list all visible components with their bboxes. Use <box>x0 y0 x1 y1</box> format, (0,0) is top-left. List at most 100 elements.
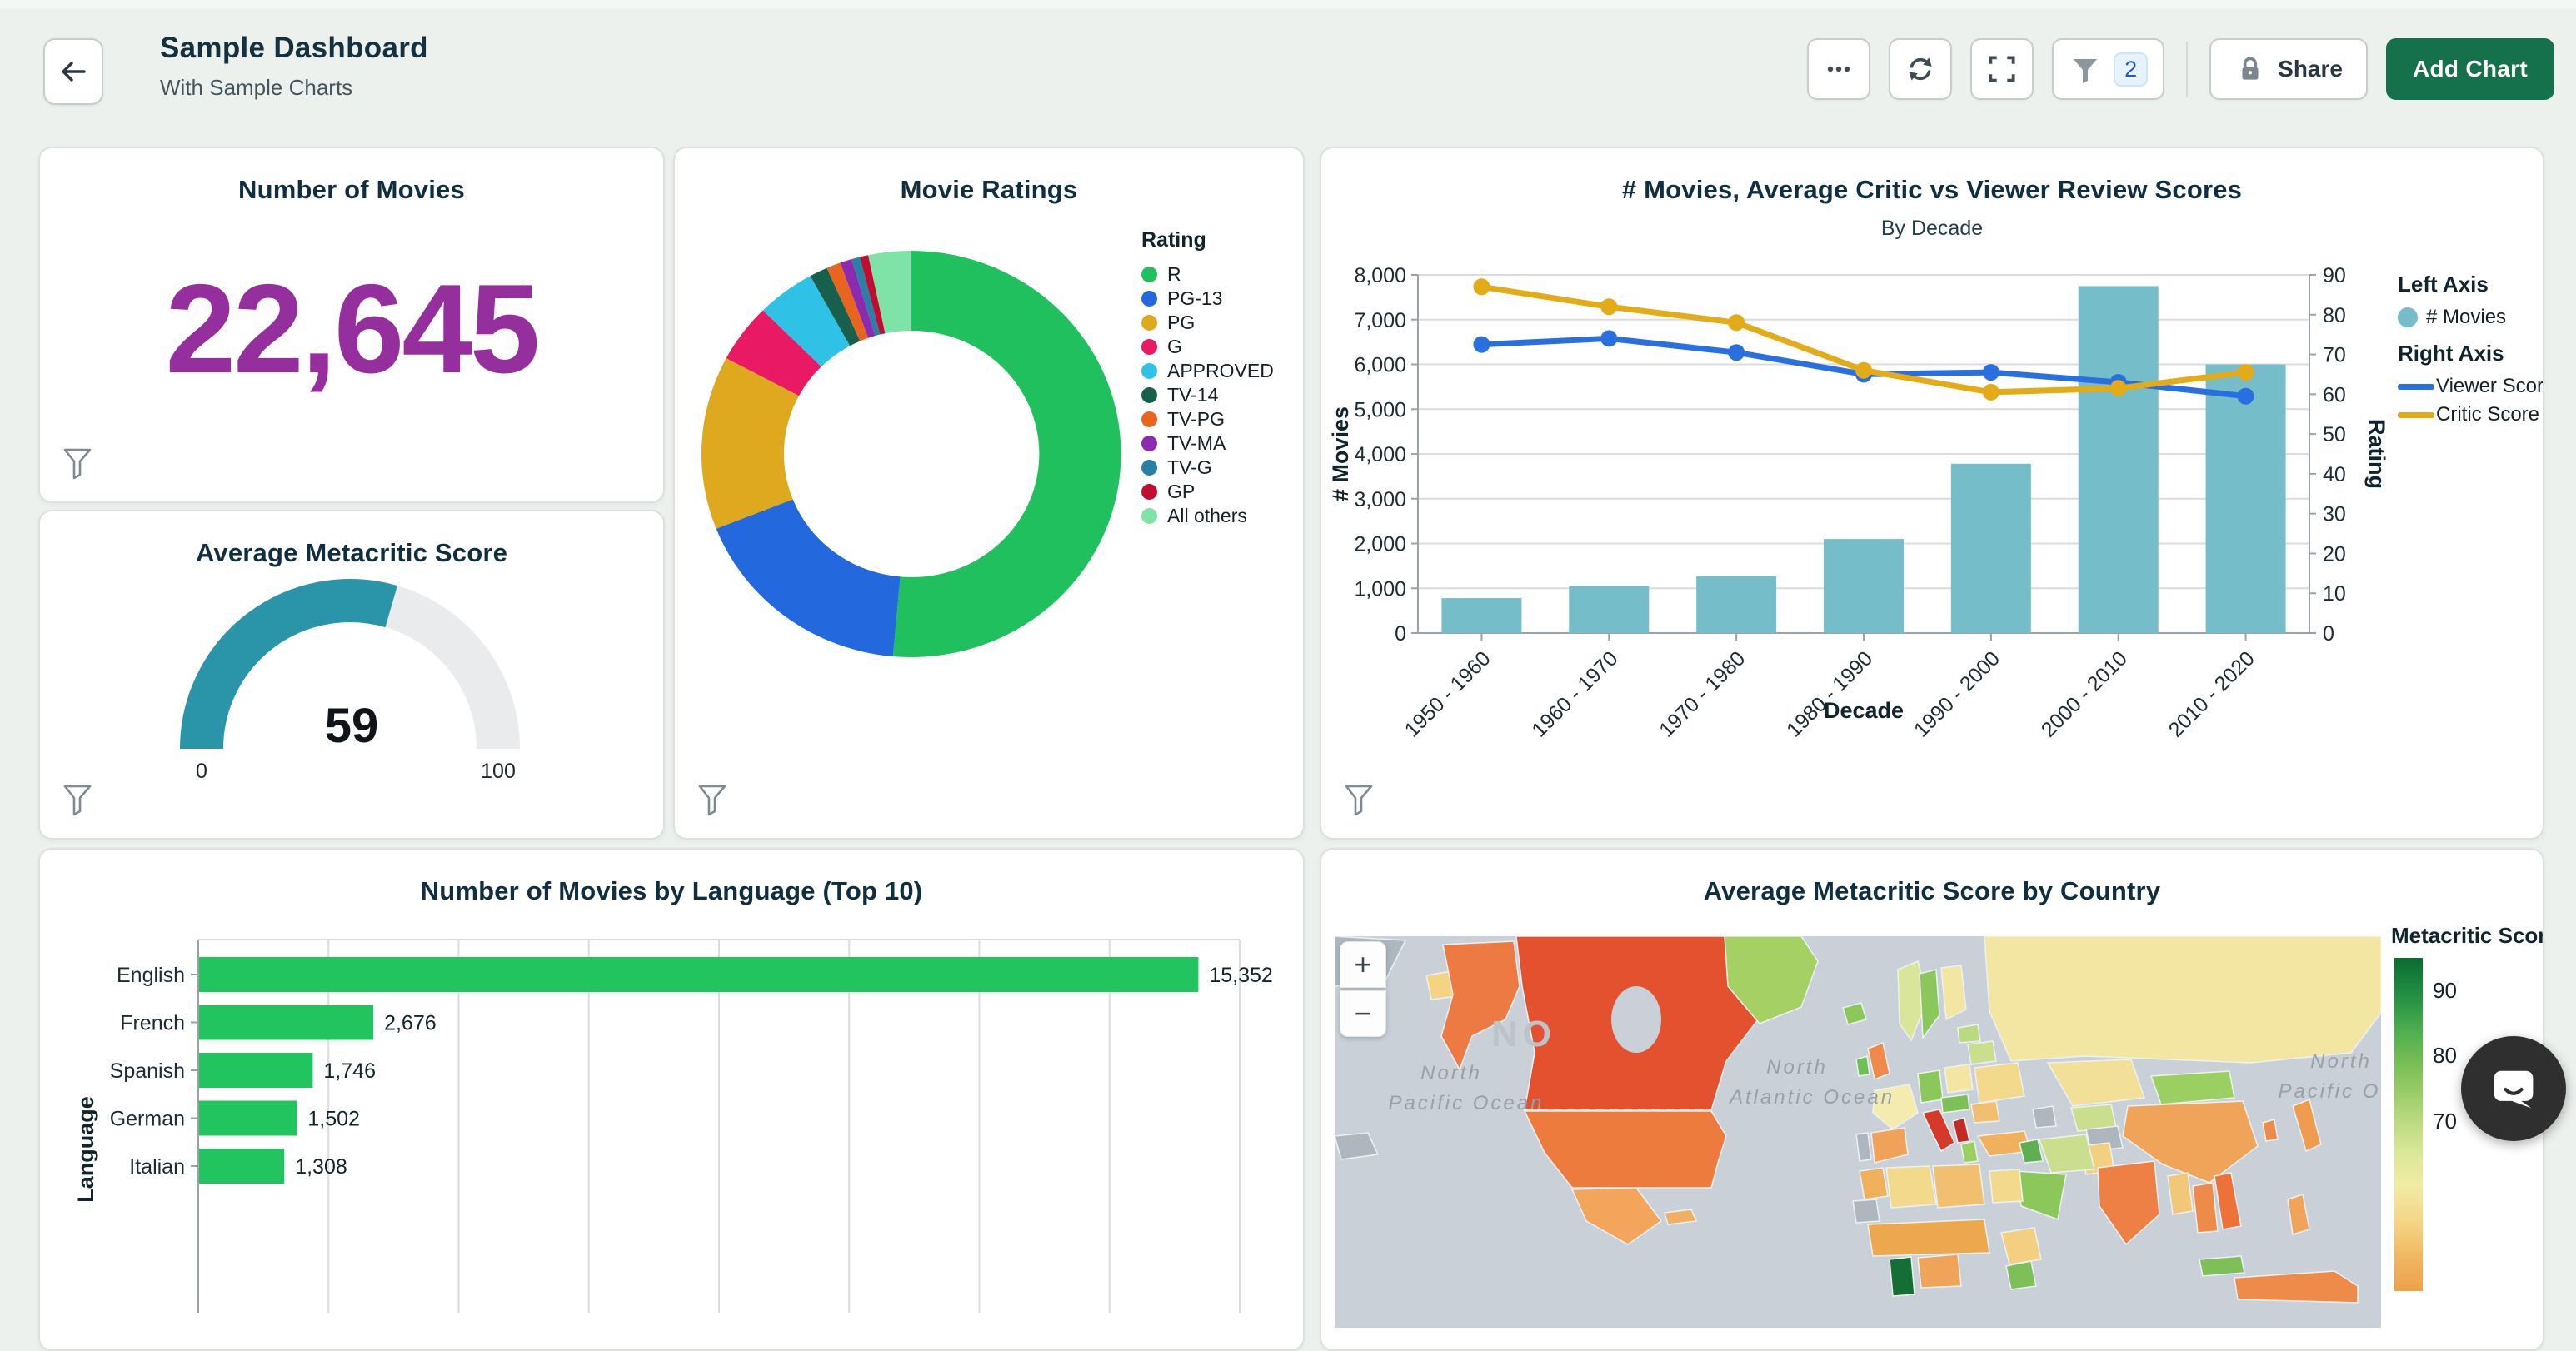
add-chart-button[interactable]: Add Chart <box>2385 38 2554 100</box>
svg-text:English: English <box>117 964 185 987</box>
svg-text:1,746: 1,746 <box>323 1059 376 1083</box>
legend-swatch <box>1141 483 1157 500</box>
card-filter-icon[interactable] <box>696 783 728 816</box>
legend-item[interactable]: APPROVED <box>1141 359 1300 382</box>
donut-legend: Rating R PG-13 PG G APPROVED TV-14 TV-PG TV-MA T… <box>1141 228 1300 528</box>
legend-item[interactable]: TV-MA <box>1141 431 1300 455</box>
legend-item[interactable]: GP <box>1141 480 1300 503</box>
svg-text:5,000: 5,000 <box>1354 398 1406 421</box>
legend-item[interactable]: PG <box>1141 311 1300 334</box>
more-options-button[interactable] <box>1807 38 1871 100</box>
map-zoom-in-button[interactable]: + <box>1340 941 1386 988</box>
legend-item[interactable]: TV-G <box>1141 456 1300 479</box>
legend-label: PG <box>1167 311 1196 333</box>
legend-swatch <box>1141 435 1157 451</box>
legend-item[interactable]: All others <box>1141 504 1300 527</box>
svg-text:Atlantic Ocean: Atlantic Ocean <box>1728 1086 1895 1109</box>
svg-text:4,000: 4,000 <box>1354 443 1406 466</box>
svg-text:8,000: 8,000 <box>1354 264 1406 287</box>
svg-text:2000 - 2010: 2000 - 2010 <box>2037 646 2132 741</box>
filter-button[interactable]: 2 <box>2052 38 2165 100</box>
map-scale-tick: 70 <box>2433 1109 2457 1134</box>
card-filter-icon[interactable] <box>62 783 93 816</box>
legend-left-axis-header: Left Axis <box>2398 272 2489 297</box>
svg-text:2010 - 2020: 2010 - 2020 <box>2164 646 2259 741</box>
svg-text:1970 - 1980: 1970 - 1980 <box>1655 646 1750 741</box>
lock-icon <box>2242 57 2259 80</box>
svg-text:1950 - 1960: 1950 - 1960 <box>1400 646 1495 741</box>
map-card-metacritic-by-country: Average Metacritic Score by Country NO No… <box>1320 848 2544 1351</box>
legend-item[interactable]: TV-PG <box>1141 407 1300 431</box>
share-button[interactable]: Share <box>2209 38 2368 100</box>
legend-label: TV-G <box>1167 456 1212 478</box>
world-map[interactable]: NO North Pacific Ocean North Atlantic Ocean N… <box>1335 936 2381 1328</box>
card-filter-icon[interactable] <box>62 446 93 480</box>
donut-card-movie-ratings: Movie Ratings Rating R PG-13 PG G APPROVED TV… <box>673 147 1305 840</box>
legend-swatch <box>1141 362 1157 379</box>
legend-label: APPROVED <box>1167 359 1274 381</box>
chat-launcher-button[interactable] <box>2461 1036 2566 1141</box>
legend-item-viewer-score[interactable]: Viewer Score <box>2398 375 2543 398</box>
svg-text:# Movies: # Movies <box>1328 406 1353 501</box>
combo-card-movies-critic-viewer-scores: # Movies, Average Critic vs Viewer Revie… <box>1320 147 2544 840</box>
header-toolbar: 2 Share Add Chart <box>1807 38 2554 100</box>
legend-item[interactable]: R <box>1141 262 1300 286</box>
svg-text:North: North <box>1766 1056 1828 1079</box>
svg-text:3,000: 3,000 <box>1354 488 1406 511</box>
svg-text:Pacific Ocean: Pacific Ocean <box>1388 1092 1544 1114</box>
back-button[interactable] <box>43 38 103 105</box>
svg-text:2,676: 2,676 <box>384 1012 437 1035</box>
svg-text:50: 50 <box>2323 423 2346 446</box>
map-scale-tick: 80 <box>2433 1043 2457 1068</box>
languages-bar-chart[interactable]: English 15,352 French 2,676 Spanish 1,746 Germ… <box>40 850 1300 1349</box>
fullscreen-button[interactable] <box>1970 38 2034 100</box>
back-arrow-icon <box>62 62 86 82</box>
svg-text:Spanish: Spanish <box>110 1059 185 1083</box>
svg-text:30: 30 <box>2323 503 2346 526</box>
svg-text:1,000: 1,000 <box>1354 577 1406 601</box>
legend-swatch <box>2398 411 2434 418</box>
svg-text:1960 - 1970: 1960 - 1970 <box>1527 646 1622 741</box>
svg-text:10: 10 <box>2323 582 2346 606</box>
toolbar-divider <box>2186 42 2189 97</box>
svg-text:90: 90 <box>2323 264 2346 287</box>
gauge-max-label: 100 <box>481 760 516 783</box>
gauge-chart[interactable] <box>40 511 663 838</box>
legend-right-axis-header: Right Axis <box>2398 341 2504 366</box>
chat-bubble-icon <box>2494 1070 2534 1109</box>
share-label: Share <box>2278 56 2343 82</box>
gauge-card-average-metacritic-score: Average Metacritic Score 59 0 100 <box>38 510 665 840</box>
gauge-value: 59 <box>324 699 379 753</box>
legend-label: G <box>1167 335 1182 357</box>
legend-swatch <box>1141 386 1157 403</box>
legend-item[interactable]: TV-14 <box>1141 383 1300 406</box>
svg-text:2,000: 2,000 <box>1354 533 1406 556</box>
svg-text:Rating: Rating <box>2364 419 2389 489</box>
legend-swatch <box>2398 383 2434 390</box>
svg-text:40: 40 <box>2323 463 2346 486</box>
svg-text:80: 80 <box>2323 304 2346 327</box>
legend-item-movies[interactable]: # Movies <box>2398 306 2541 329</box>
svg-text:15,352: 15,352 <box>1209 964 1272 987</box>
legend-label: TV-PG <box>1167 407 1226 430</box>
card-filter-icon[interactable] <box>1343 783 1375 816</box>
legend-item[interactable]: G <box>1141 335 1300 358</box>
svg-text:1980 - 1990: 1980 - 1990 <box>1782 646 1877 741</box>
svg-text:North: North <box>1420 1062 1482 1084</box>
legend-label: GP <box>1167 480 1196 502</box>
legend-label: TV-14 <box>1167 383 1219 406</box>
combo-legend: Left Axis # Movies Right Axis Viewer Sco… <box>2398 272 2543 431</box>
svg-text:German: German <box>110 1108 185 1131</box>
refresh-button[interactable] <box>1889 38 1953 100</box>
svg-text:Pacific Ocean: Pacific Ocean <box>2278 1080 2381 1103</box>
fullscreen-icon <box>1989 56 2015 82</box>
legend-label: # Movies <box>2426 306 2507 328</box>
combo-bar-line-chart[interactable]: 0 1,000 2,000 3,000 4,000 5,000 6,000 7,000 8,00… <box>1321 148 2543 838</box>
svg-text:Decade: Decade <box>1824 698 1904 723</box>
legend-item-critic-score[interactable]: Critic Score <box>2398 403 2541 426</box>
legend-swatch <box>2398 307 2418 327</box>
legend-label: TV-MA <box>1167 431 1226 454</box>
legend-item[interactable]: PG-13 <box>1141 287 1300 310</box>
map-zoom-out-button[interactable]: − <box>1340 990 1386 1037</box>
legend-label: PG-13 <box>1167 287 1223 309</box>
